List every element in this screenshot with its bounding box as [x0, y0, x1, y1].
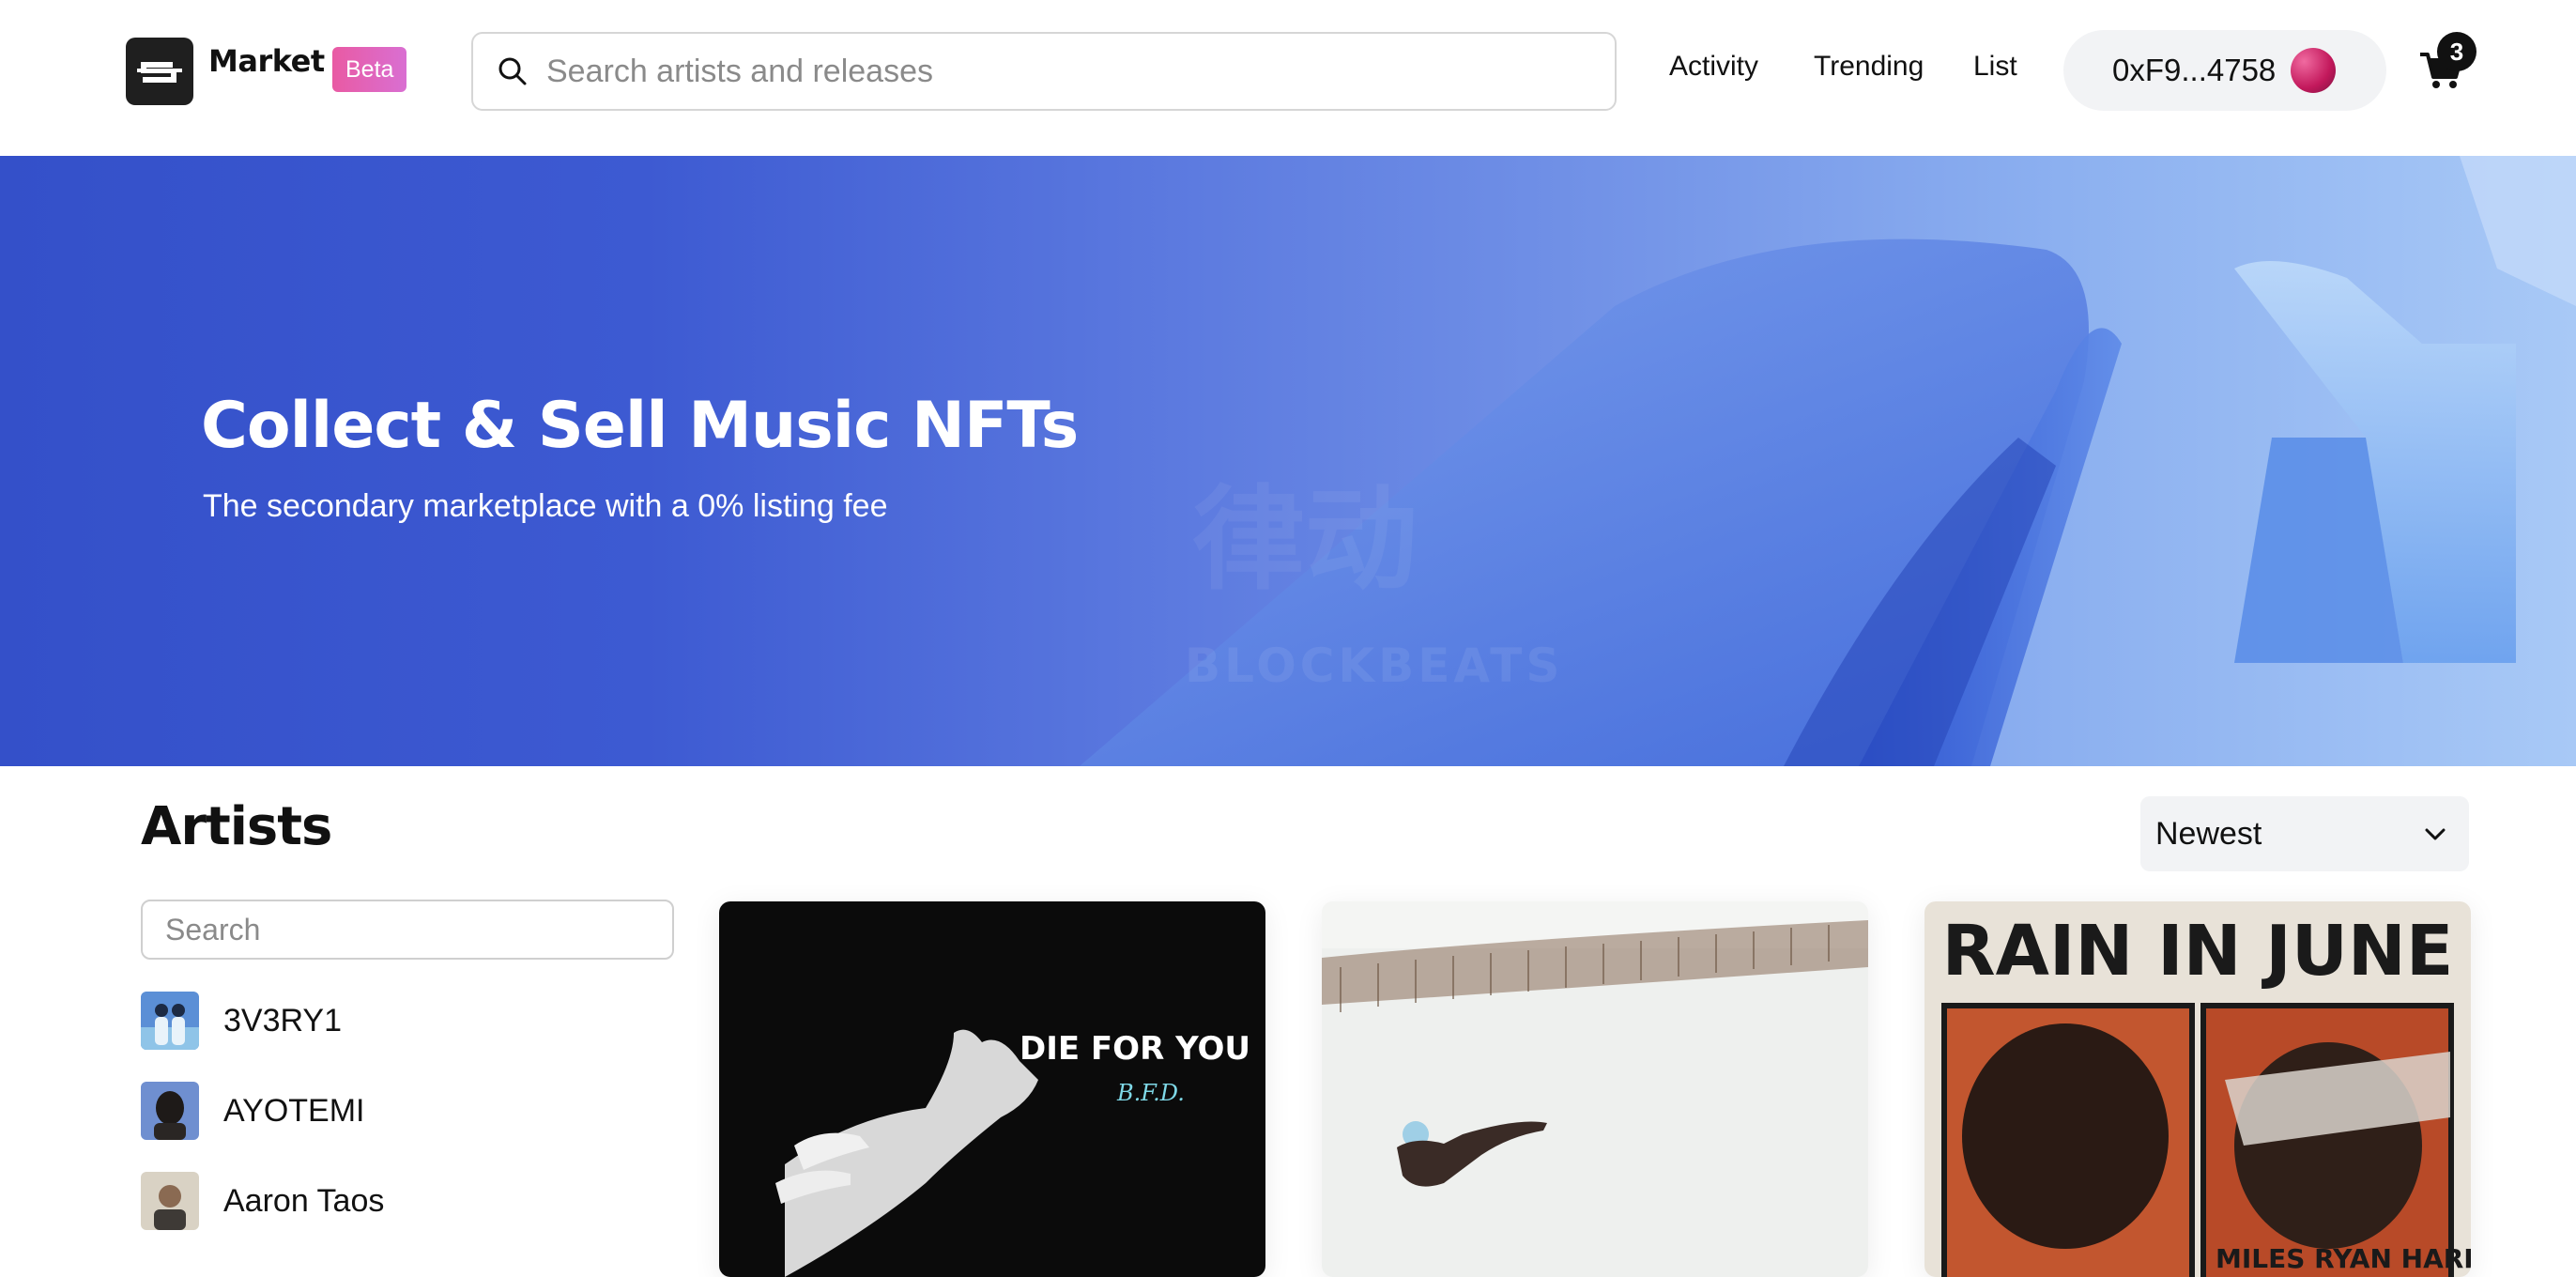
global-search[interactable] [471, 32, 1617, 111]
cart-count-badge: 3 [2437, 32, 2476, 71]
artist-search-field[interactable] [141, 900, 674, 960]
sort-dropdown[interactable]: Newest [2140, 796, 2469, 871]
artist-name: Aaron Taos [223, 1182, 385, 1219]
hero-banner: 律动 BLOCKBEATS Collect & Sell Music NFTs … [0, 156, 2576, 766]
chevron-down-icon [2425, 828, 2446, 840]
nav-activity[interactable]: Activity [1669, 51, 1758, 83]
artist-search-input[interactable] [143, 901, 672, 958]
wallet-button[interactable]: 0xF9...4758 [2063, 30, 2386, 111]
wallet-avatar [2291, 48, 2337, 93]
watermark-cn: 律动 [1192, 475, 1418, 606]
watermark-en: BLOCKBEATS [1185, 638, 1563, 693]
search-input[interactable] [546, 53, 1579, 90]
hero-subtitle: The secondary marketplace with a 0% list… [203, 488, 888, 524]
market-logo[interactable] [126, 38, 193, 105]
artist-name: AYOTEMI [223, 1092, 365, 1129]
wallet-address: 0xF9...4758 [2112, 53, 2277, 87]
release-art-subtitle: B.F.D. [1116, 1080, 1185, 1106]
logo-icon [137, 62, 182, 83]
search-icon [498, 57, 527, 85]
artist-avatar [141, 992, 199, 1050]
release-artwork [1322, 901, 1868, 1277]
artist-avatar [141, 1172, 199, 1230]
release-card[interactable]: RAIN IN JUNE MILES RYAN HARRIS [1924, 901, 2471, 1277]
artist-list-item[interactable]: 3V3RY1 [141, 992, 342, 1050]
release-card[interactable]: DIE FOR YOU B.F.D. [719, 901, 1265, 1277]
nav-list[interactable]: List [1973, 51, 2017, 83]
artist-list-item[interactable]: Aaron Taos [141, 1172, 384, 1230]
artist-list-item[interactable]: AYOTEMI [141, 1082, 365, 1140]
release-artwork: DIE FOR YOU B.F.D. [719, 901, 1265, 1277]
artist-avatar [141, 1082, 199, 1140]
sort-selected-value: Newest [2155, 815, 2262, 852]
nav-trending[interactable]: Trending [1814, 51, 1924, 83]
artists-heading: Artists [141, 796, 332, 857]
artist-name: 3V3RY1 [223, 1002, 343, 1039]
release-art-title: DIE FOR YOU [1020, 1030, 1250, 1068]
brand-name[interactable]: Market [208, 43, 325, 79]
release-art-subtitle: MILES RYAN HARRIS [2216, 1243, 2471, 1274]
release-art-title: RAIN IN JUNE [1942, 911, 2454, 992]
hero-title: Collect & Sell Music NFTs [201, 389, 1079, 463]
beta-badge: Beta [332, 47, 407, 92]
release-card[interactable] [1322, 901, 1868, 1277]
top-nav: Market Beta Activity Trending List 0xF9.… [0, 0, 2576, 156]
release-artwork: RAIN IN JUNE MILES RYAN HARRIS [1924, 901, 2471, 1277]
